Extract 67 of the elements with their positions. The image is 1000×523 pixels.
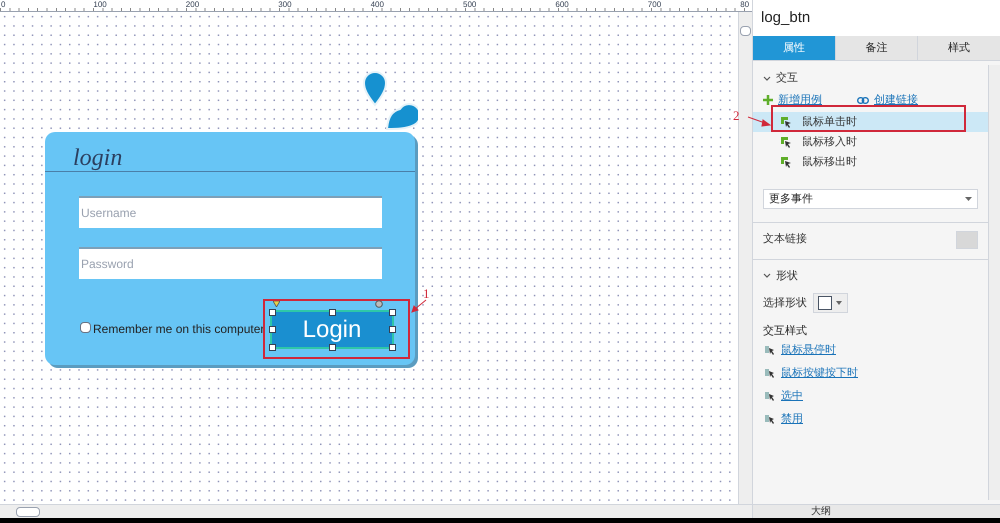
- remember-label: Remember me on this computer: [93, 321, 264, 338]
- resize-handle[interactable]: [269, 309, 276, 316]
- cursor-flag-icon: [781, 136, 792, 148]
- triangle-handle-icon[interactable]: [273, 301, 280, 307]
- text-link-label: 文本链接: [763, 232, 807, 248]
- more-events-dropdown[interactable]: 更多事件: [763, 189, 978, 209]
- arrow-icon: [411, 299, 427, 313]
- annotation-number: 2: [733, 107, 740, 125]
- select-shape-label: 选择形状: [763, 296, 807, 311]
- ruler-label: 600: [555, 0, 569, 11]
- resize-handle[interactable]: [389, 344, 396, 351]
- section-heading: 交互: [776, 70, 798, 86]
- interaction-style-link[interactable]: 选中: [781, 388, 803, 405]
- ruler-label: 100: [93, 0, 107, 11]
- event-item[interactable]: 鼠标移出时: [753, 152, 988, 172]
- interaction-style-link[interactable]: 鼠标按键按下时: [781, 365, 858, 382]
- resize-handle[interactable]: [329, 309, 336, 316]
- ruler-label: 200: [186, 0, 200, 11]
- cursor-icon: [765, 368, 775, 379]
- interaction-style-link[interactable]: 鼠标悬停时: [781, 342, 836, 359]
- chevron-down-icon[interactable]: [763, 272, 771, 280]
- annotation-number: 1: [423, 285, 430, 303]
- interaction-style-link[interactable]: 禁用: [781, 411, 803, 428]
- remember-checkbox[interactable]: [80, 322, 91, 333]
- panel-tab[interactable]: 备注: [834, 36, 918, 60]
- resize-handle[interactable]: [269, 326, 276, 333]
- panel-tab[interactable]: 属性: [753, 36, 835, 60]
- ruler-label: 700: [648, 0, 662, 11]
- ruler-label: 500: [463, 0, 476, 11]
- cursor-flag-icon: [781, 116, 792, 128]
- event-item[interactable]: 鼠标移入时: [753, 132, 988, 152]
- shape-picker[interactable]: [813, 293, 848, 313]
- panel-tab[interactable]: 样式: [917, 36, 1000, 60]
- interaction-styles-heading: 交互样式: [762, 324, 808, 339]
- panel-scrollbar[interactable]: [988, 65, 1000, 500]
- cursor-icon: [765, 345, 775, 356]
- ruler-label: 80: [740, 0, 750, 11]
- panel-title: log_btn: [753, 0, 1000, 36]
- ruler-label: 300: [278, 0, 292, 11]
- bottom-tab[interactable]: 大纲: [811, 504, 831, 519]
- cursor-icon: [765, 414, 775, 425]
- arrow-icon: [747, 115, 771, 127]
- resize-handle[interactable]: [329, 344, 336, 351]
- create-link-link[interactable]: 创建链接: [874, 92, 918, 108]
- link-icon[interactable]: [857, 96, 869, 104]
- water-drops-drawing: [362, 69, 418, 131]
- add-case-link[interactable]: 新增用例: [778, 92, 822, 108]
- chevron-down-icon[interactable]: [763, 74, 771, 82]
- ruler-label: 400: [370, 0, 384, 11]
- cursor-icon: [765, 391, 775, 402]
- login-button[interactable]: Login: [272, 312, 392, 347]
- vertical-scrollbar[interactable]: [738, 12, 752, 504]
- username-field[interactable]: Username: [79, 196, 382, 228]
- plus-icon[interactable]: [763, 95, 773, 105]
- cursor-flag-icon: [781, 156, 792, 168]
- horizontal-scrollbar[interactable]: [0, 504, 752, 518]
- password-field[interactable]: Password: [79, 247, 382, 279]
- resize-handle[interactable]: [389, 309, 396, 316]
- dropdown-arrow-icon: [836, 301, 842, 305]
- ruler-label: 0: [1, 0, 6, 11]
- resize-handle[interactable]: [389, 326, 396, 333]
- section-heading: 形状: [776, 268, 798, 284]
- dropdown-arrow-icon: [965, 197, 972, 201]
- circle-handle-icon[interactable]: [375, 300, 383, 308]
- card-title: login: [73, 144, 122, 173]
- resize-handle[interactable]: [269, 344, 276, 351]
- shape-swatch: [818, 296, 832, 310]
